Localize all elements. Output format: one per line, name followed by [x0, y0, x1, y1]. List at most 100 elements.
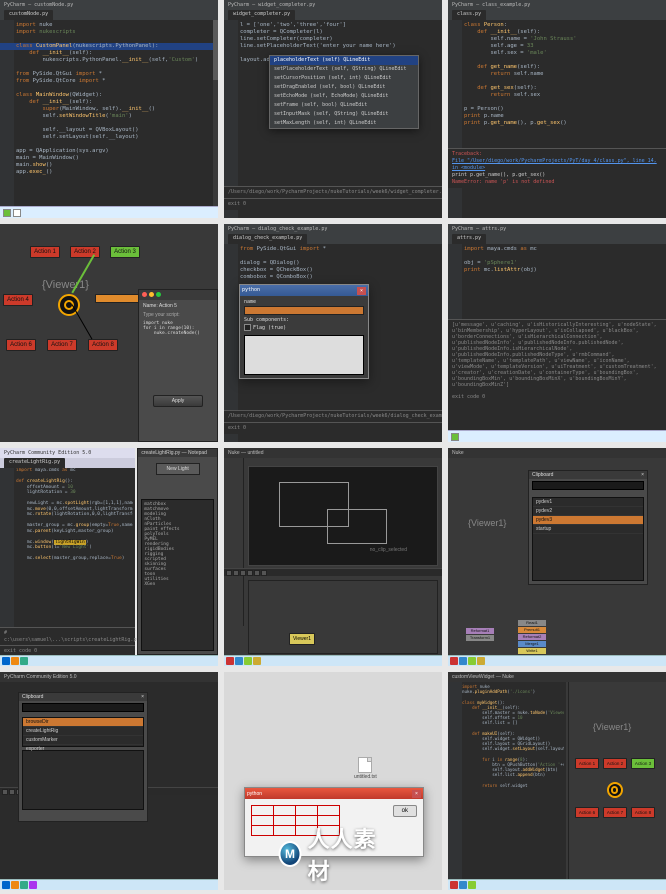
ok-button[interactable]: ok: [393, 805, 417, 817]
play-icon[interactable]: [2, 789, 8, 795]
node-graph[interactable]: Viewer1: [248, 580, 438, 654]
clipboard-panel[interactable]: Clipboard× pydev1 pydev2 pydev3 startup: [528, 470, 648, 585]
nuke-node-graph[interactable]: {Viewer1} Action 1 Action 2 Action 3 Act…: [0, 224, 218, 442]
tab-file[interactable]: widget_completer.py: [228, 10, 295, 20]
list-item[interactable]: createLightRig: [23, 727, 143, 736]
taskbar[interactable]: [448, 655, 666, 666]
action-node[interactable]: Action 4: [3, 294, 33, 306]
step-icon[interactable]: [254, 570, 260, 576]
close-icon[interactable]: ×: [141, 694, 144, 700]
list-item[interactable]: startup: [533, 525, 643, 534]
script-editor[interactable]: import nuke nuke.pluginAddPath('./icons'…: [448, 682, 566, 890]
apply-button[interactable]: Apply: [153, 395, 203, 407]
popup-item[interactable]: setCursorPosition (self, int) QLineEdit: [270, 74, 418, 83]
viewer-node[interactable]: Viewer1: [289, 633, 315, 645]
popup-item[interactable]: setFrame (self, bool) QLineEdit: [270, 101, 418, 110]
dialog-titlebar[interactable]: python ×: [245, 788, 423, 799]
action-node[interactable]: Action 8: [88, 339, 118, 351]
thumb-6[interactable]: PyCharm — attrs.py attrs.py import maya.…: [448, 224, 666, 442]
code-area[interactable]: from PySide.QtGui import * dialog = QDia…: [240, 246, 440, 281]
list-item[interactable]: pydev1: [533, 498, 643, 507]
node[interactable]: Write1: [518, 648, 546, 654]
thumb-5[interactable]: PyCharm — dialog_check_example.py dialog…: [224, 224, 442, 442]
thumb-3[interactable]: PyCharm — class_example.py class.py clas…: [448, 0, 666, 218]
thumb-11[interactable]: untitled.txt python × ok M 人人素材: [224, 672, 442, 890]
taskbar-icon[interactable]: [11, 881, 19, 889]
popup-item[interactable]: setPlaceholderText (self, QString) QLine…: [270, 65, 418, 74]
taskbar-icon[interactable]: [29, 881, 37, 889]
action-node-selected[interactable]: Action 3: [631, 758, 655, 769]
taskbar-icon[interactable]: [2, 657, 10, 665]
popup-item[interactable]: setEchoMode (self, EchoMode) QLineEdit: [270, 92, 418, 101]
viewer-panel[interactable]: no_clip_selected: [248, 466, 438, 566]
node-graph[interactable]: {Viewer1} Action 1 Action 2 Action 3 Act…: [568, 682, 666, 879]
taskbar-icon[interactable]: [20, 657, 28, 665]
step-icon[interactable]: [247, 570, 253, 576]
popup-item[interactable]: setDragEnabled (self, bool) QLineEdit: [270, 83, 418, 92]
new-light-button[interactable]: New Light: [156, 463, 200, 475]
popup-item[interactable]: placeholderText (self) QLineEdit: [270, 56, 418, 65]
popup-item[interactable]: setMaxLength (self, int) QLineEdit: [270, 119, 418, 128]
action-node[interactable]: Action 8: [631, 807, 655, 818]
node[interactable]: Reformat1: [466, 628, 494, 634]
list-item[interactable]: customMarker: [23, 736, 143, 745]
taskbar[interactable]: [448, 879, 666, 890]
traceback-link[interactable]: File "/User/diego/work/PycharmProjects/P…: [452, 158, 657, 171]
dialog-window[interactable]: python × ok: [244, 787, 424, 857]
taskbar-icon[interactable]: [20, 881, 28, 889]
code-area[interactable]: import nuke import nukescripts class Cus…: [16, 22, 216, 176]
close-icon[interactable]: ×: [357, 287, 366, 295]
thumb-9[interactable]: Nuke Clipboard× pydev1 pydev2 pydev3 sta…: [448, 448, 666, 666]
panel-header[interactable]: Clipboard×: [529, 471, 647, 479]
taskbar-icon[interactable]: [235, 657, 243, 665]
taskbar-icon[interactable]: [244, 657, 252, 665]
action-node[interactable]: Action 7: [603, 807, 627, 818]
text-area[interactable]: [244, 335, 364, 375]
timeline[interactable]: [224, 568, 442, 576]
taskbar-icon[interactable]: [459, 657, 467, 665]
thumb-7[interactable]: PyCharm Community Edition 5.0 createLigh…: [0, 448, 218, 666]
clip-list[interactable]: pydev1 pydev2 pydev3 startup: [532, 497, 644, 581]
tab-file[interactable]: customNode.py: [4, 10, 53, 20]
node[interactable]: Premult1: [518, 627, 546, 633]
action-node-selected[interactable]: Action 3: [110, 246, 140, 258]
action-node[interactable]: [95, 294, 139, 303]
node[interactable]: Transform1: [466, 635, 494, 641]
play-icon[interactable]: [226, 570, 232, 576]
taskbar-icon[interactable]: [450, 657, 458, 665]
code-area[interactable]: import nuke nuke.pluginAddPath('./icons'…: [462, 684, 564, 788]
node[interactable]: Reformat2: [518, 634, 546, 640]
action-node[interactable]: Action 7: [47, 339, 77, 351]
script-editor[interactable]: import nuke for i in range(10): nuke.cre…: [143, 321, 213, 336]
taskbar-icon[interactable]: [477, 657, 485, 665]
taskbar-icon[interactable]: [468, 881, 476, 889]
stop-icon[interactable]: [233, 570, 239, 576]
node-stack[interactable]: Reformat1 Transform1: [466, 628, 494, 641]
taskbar-icon[interactable]: [253, 657, 261, 665]
run-icon[interactable]: [451, 433, 459, 441]
taskbar-icon[interactable]: [226, 657, 234, 665]
tab-file[interactable]: dialog_check_example.py: [228, 234, 307, 244]
window-traffic-lights[interactable]: [139, 290, 217, 300]
close-icon[interactable]: ×: [412, 790, 421, 798]
code-area[interactable]: class Person: def __init__(self): self.n…: [464, 22, 664, 127]
flag-checkbox[interactable]: [244, 324, 251, 331]
taskbar[interactable]: [0, 879, 218, 890]
step-icon[interactable]: [9, 789, 15, 795]
action-node[interactable]: Action 2: [603, 758, 627, 769]
dialog-titlebar[interactable]: python ×: [240, 285, 368, 296]
search-input[interactable]: [22, 703, 144, 712]
dialog-window[interactable]: python × name Sub components: Flag (true…: [239, 284, 369, 379]
taskbar-icon[interactable]: [11, 657, 19, 665]
tab-file[interactable]: class.py: [452, 10, 486, 20]
thumb-2[interactable]: PyCharm — widget_completer.py widget_com…: [224, 0, 442, 218]
step-icon[interactable]: [261, 570, 267, 576]
node[interactable]: Merge1: [518, 641, 546, 647]
flag-row[interactable]: Flag (true): [244, 324, 364, 332]
action-node[interactable]: Action 6: [575, 807, 599, 818]
scrollbar[interactable]: [213, 20, 218, 206]
toolbar-left[interactable]: [224, 458, 244, 626]
taskbar[interactable]: [224, 655, 442, 666]
clip-list[interactable]: browseDir createLightRig customMarker ex…: [22, 717, 144, 747]
list-item-selected[interactable]: pydev3: [533, 516, 643, 525]
